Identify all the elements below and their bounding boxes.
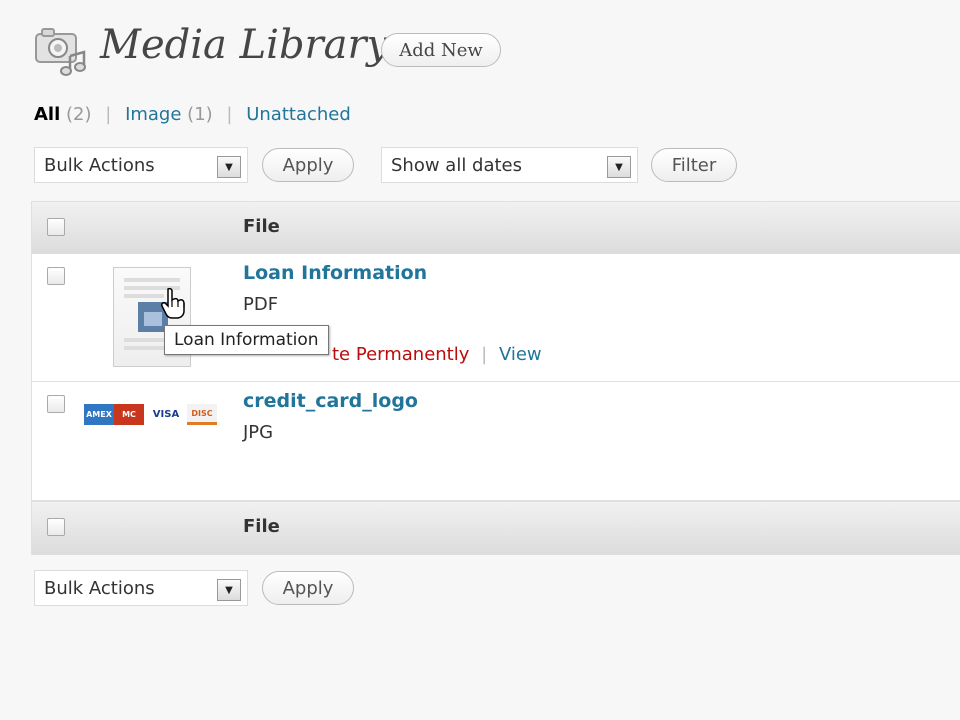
filter-image-link[interactable]: Image (125, 104, 181, 125)
dropdown-arrow-icon[interactable]: ▼ (217, 579, 241, 601)
hand-cursor-icon (160, 287, 186, 323)
row-title-link[interactable]: credit_card_logo (243, 390, 418, 412)
bulk-actions-select-top[interactable]: Bulk Actions ▼ (34, 147, 248, 183)
row-checkbox[interactable] (47, 395, 65, 413)
action-separator: | (481, 344, 488, 365)
media-table: File Loan Information PDF te Permanently… (31, 201, 960, 555)
bulk-actions-value: Bulk Actions (44, 577, 155, 599)
table-row: AMEX MC VISA DISC credit_card_logo JPG (32, 382, 960, 501)
table-footer: File (32, 501, 960, 555)
discover-logo-icon: DISC (187, 404, 217, 425)
delete-permanently-link[interactable]: te Permanently (332, 344, 469, 365)
filter-all[interactable]: All (34, 104, 60, 125)
column-header-file[interactable]: File (243, 216, 280, 237)
filter-unattached-link[interactable]: Unattached (246, 104, 351, 125)
page-title: Media Library (100, 22, 390, 68)
amex-logo-icon: AMEX (84, 404, 114, 425)
select-all-checkbox-footer[interactable] (47, 518, 65, 536)
row-file-type: PDF (243, 294, 279, 315)
table-row: Loan Information PDF te Permanently | Vi… (32, 254, 960, 382)
select-all-checkbox[interactable] (47, 218, 65, 236)
filter-separator: | (105, 104, 112, 125)
add-new-button[interactable]: Add New (381, 33, 501, 67)
filter-all-count: (2) (66, 104, 92, 125)
column-footer-file[interactable]: File (243, 516, 280, 537)
row-file-type: JPG (243, 422, 274, 443)
apply-button-top[interactable]: Apply (262, 148, 354, 182)
dates-value: Show all dates (391, 154, 523, 176)
row-title-link[interactable]: Loan Information (243, 262, 427, 284)
bulk-actions-select-bottom[interactable]: Bulk Actions ▼ (34, 570, 248, 606)
dropdown-arrow-icon[interactable]: ▼ (607, 156, 631, 178)
filter-image-count: (1) (187, 104, 213, 125)
dropdown-arrow-icon[interactable]: ▼ (217, 156, 241, 178)
view-link[interactable]: View (499, 344, 542, 365)
bulk-actions-value: Bulk Actions (44, 154, 155, 176)
filter-separator: | (226, 104, 233, 125)
mastercard-logo-icon: MC (114, 404, 144, 425)
tooltip: Loan Information (164, 325, 329, 355)
table-header: File (32, 201, 960, 255)
filter-button[interactable]: Filter (651, 148, 737, 182)
row-actions: te Permanently | View (332, 344, 542, 365)
visa-logo-icon: VISA (151, 404, 181, 425)
row-checkbox[interactable] (47, 267, 65, 285)
media-type-filters: All (2) | Image (1) | Unattached (34, 104, 351, 125)
credit-card-logo-thumbnail[interactable]: AMEX MC VISA DISC (84, 382, 224, 442)
media-library-icon (34, 26, 90, 78)
dates-select[interactable]: Show all dates ▼ (381, 147, 638, 183)
apply-button-bottom[interactable]: Apply (262, 571, 354, 605)
